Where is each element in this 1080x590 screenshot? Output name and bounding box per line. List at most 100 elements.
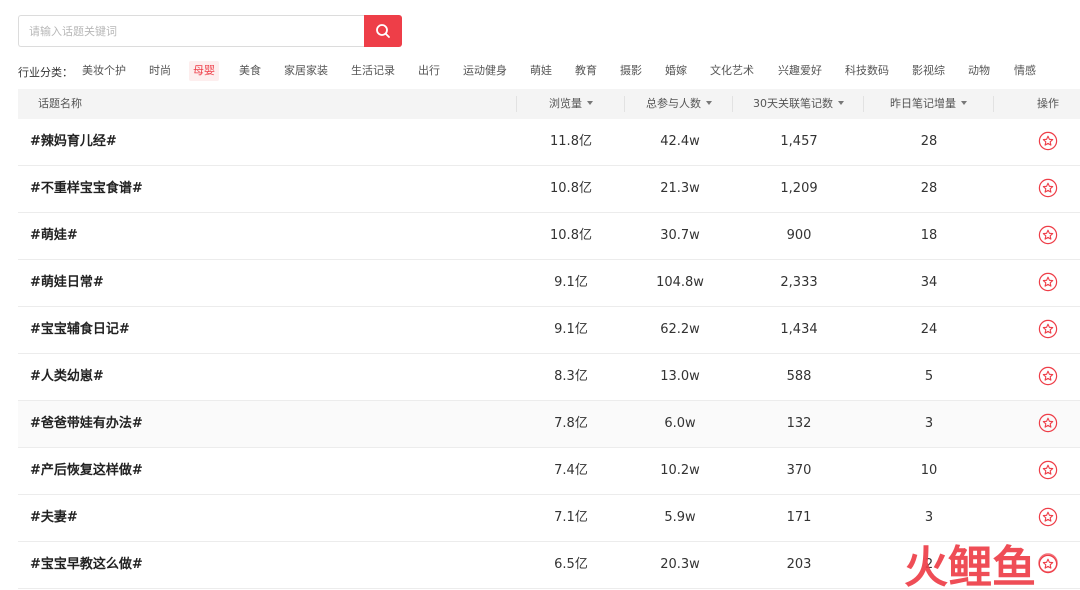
favorite-star-icon[interactable] [1038,225,1058,245]
col-header-participants[interactable]: 总参与人数 [646,89,712,119]
cell-participants: 30.7w [660,228,700,243]
filter-tag[interactable]: 兴趣爱好 [778,61,822,81]
topic-name[interactable]: #萌娃日常# [30,260,104,306]
topic-name[interactable]: #宝宝早教这么做# [30,542,143,588]
table-row[interactable]: #宝宝辅食日记# 9.1亿 62.2w 1,434 24 [18,307,1080,354]
favorite-star-icon[interactable] [1038,413,1058,433]
filter-label: 行业分类： [18,66,73,79]
cell-notes30: 1,434 [780,322,818,337]
table-row[interactable]: #产后恢复这样做# 7.4亿 10.2w 370 10 [18,448,1080,495]
favorite-star-icon[interactable] [1038,507,1058,527]
cell-yesterday: 5 [924,369,934,384]
topic-name[interactable]: #产后恢复这样做# [30,448,143,494]
table-row[interactable]: #人类幼崽# 8.3亿 13.0w 588 5 [18,354,1080,401]
search-input[interactable] [18,15,364,47]
filter-tag[interactable]: 时尚 [149,61,171,81]
topic-name[interactable]: #爸爸带娃有办法# [30,401,143,447]
brand-watermark-logo: 火鲤鱼 [900,538,1080,590]
col-header-views[interactable]: 浏览量 [549,89,593,119]
filter-tag[interactable]: 科技数码 [845,61,889,81]
cell-participants: 62.2w [660,322,700,337]
table-body: #辣妈育儿经# 11.8亿 42.4w 1,457 28 #不重样宝宝食谱# 10.8亿 21… [18,119,1080,589]
table-row[interactable]: #爸爸带娃有办法# 7.8亿 6.0w 132 3 [18,401,1080,448]
filter-tag[interactable]: 情感 [1014,61,1036,81]
col-header-topic: 话题名称 [38,89,82,119]
cell-yesterday: 3 [924,510,934,525]
search-button[interactable] [364,15,402,47]
filter-tag[interactable]: 出行 [418,61,440,81]
cell-yesterday: 18 [920,228,938,243]
category-filter: 行业分类： 美妆个护 时尚 母婴 美食 家居家装 生活记录 出行 运动健身 萌娃… [18,61,1080,81]
filter-tag[interactable]: 文化艺术 [710,61,754,81]
filter-tag[interactable]: 动物 [968,61,990,81]
column-divider [624,96,625,112]
cell-views: 6.5亿 [554,557,588,572]
topic-name[interactable]: #人类幼崽# [30,354,104,400]
topic-name[interactable]: #不重样宝宝食谱# [30,166,143,212]
cell-yesterday: 34 [920,275,938,290]
cell-views: 10.8亿 [550,181,592,196]
search-bar [18,15,402,47]
cell-views: 7.8亿 [554,416,588,431]
filter-tag[interactable]: 生活记录 [351,61,395,81]
filter-tag[interactable]: 萌娃 [530,61,552,81]
cell-views: 7.4亿 [554,463,588,478]
cell-notes30: 132 [786,416,812,431]
table-row[interactable]: #萌娃日常# 9.1亿 104.8w 2,333 34 [18,260,1080,307]
favorite-star-icon[interactable] [1038,272,1058,292]
table-row[interactable]: #辣妈育儿经# 11.8亿 42.4w 1,457 28 [18,119,1080,166]
watermark-glyph: 火鲤鱼 [904,542,1036,590]
sort-caret-icon [706,101,712,105]
cell-participants: 20.3w [660,557,700,572]
topic-name[interactable]: #夫妻# [30,495,78,541]
cell-notes30: 2,333 [780,275,818,290]
sort-caret-icon [838,101,844,105]
table-header: 话题名称 浏览量 总参与人数 30天关联笔记数 昨日笔记增量 操作 [18,89,1080,119]
sort-caret-icon [961,101,967,105]
table-row[interactable]: #萌娃# 10.8亿 30.7w 900 18 [18,213,1080,260]
column-divider [732,96,733,112]
table-row[interactable]: #不重样宝宝食谱# 10.8亿 21.3w 1,209 28 [18,166,1080,213]
cell-participants: 6.0w [664,416,696,431]
table-row[interactable]: #夫妻# 7.1亿 5.9w 171 3 [18,495,1080,542]
cell-notes30: 171 [786,510,812,525]
cell-notes30: 1,457 [780,134,818,149]
topic-name[interactable]: #辣妈育儿经# [30,119,117,165]
filter-tag[interactable]: 教育 [575,61,597,81]
cell-yesterday: 3 [924,416,934,431]
col-header-label: 总参与人数 [646,97,701,110]
col-header-actions: 操作 [1037,89,1059,119]
topic-name[interactable]: #萌娃# [30,213,78,259]
cell-participants: 10.2w [660,463,700,478]
filter-tag[interactable]: 婚嫁 [665,61,687,81]
cell-yesterday: 28 [920,134,938,149]
filter-tag[interactable]: 运动健身 [463,61,507,81]
filter-tag-active[interactable]: 母婴 [189,61,219,81]
topic-name[interactable]: #宝宝辅食日记# [30,307,130,353]
cell-notes30: 370 [786,463,812,478]
cell-notes30: 900 [786,228,812,243]
sort-caret-icon [587,101,593,105]
favorite-star-icon[interactable] [1038,460,1058,480]
cell-notes30: 588 [786,369,812,384]
favorite-star-icon[interactable] [1038,319,1058,339]
col-header-notes30[interactable]: 30天关联笔记数 [753,89,844,119]
filter-tag[interactable]: 美食 [239,61,261,81]
col-header-label: 30天关联笔记数 [753,97,833,110]
col-header-yesterday[interactable]: 昨日笔记增量 [890,89,967,119]
favorite-star-icon[interactable] [1038,366,1058,386]
cell-views: 7.1亿 [554,510,588,525]
filter-tag[interactable]: 影视综 [912,61,945,81]
page: 行业分类： 美妆个护 时尚 母婴 美食 家居家装 生活记录 出行 运动健身 萌娃… [0,0,1080,590]
cell-views: 8.3亿 [554,369,588,384]
cell-yesterday: 24 [920,322,938,337]
cell-yesterday: 28 [920,181,938,196]
filter-tag[interactable]: 美妆个护 [82,61,126,81]
favorite-star-icon[interactable] [1038,131,1058,151]
favorite-star-icon[interactable] [1038,178,1058,198]
topics-table: 话题名称 浏览量 总参与人数 30天关联笔记数 昨日笔记增量 操作 #辣妈育儿经… [18,89,1080,589]
filter-tag[interactable]: 摄影 [620,61,642,81]
fire-carp-logo-icon: 火鲤鱼 [904,542,1058,590]
filter-tag[interactable]: 家居家装 [284,61,328,81]
col-header-label: 操作 [1037,97,1059,110]
